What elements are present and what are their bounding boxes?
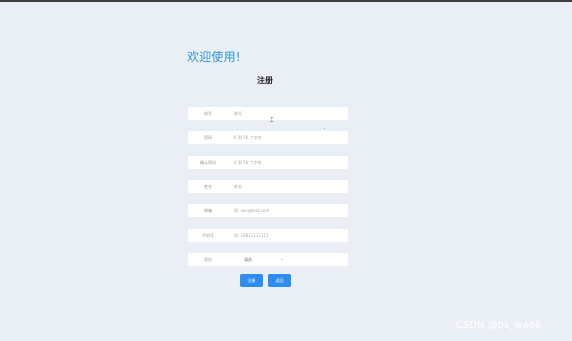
- password-field[interactable]: 密码 6 到 16 个字符: [188, 131, 348, 144]
- email-input[interactable]: 如: xxx@test.com: [234, 208, 348, 214]
- page-title: 注册: [257, 76, 273, 85]
- username-input[interactable]: 账号: [234, 111, 348, 117]
- role-select[interactable]: 请选: [244, 257, 252, 263]
- email-label: 邮箱: [204, 207, 212, 213]
- phone-label: 手机号: [202, 232, 214, 238]
- confirm-password-field[interactable]: 确认密码 6 到 16 个字符: [188, 156, 348, 169]
- name-input[interactable]: 姓名: [234, 184, 348, 190]
- email-field[interactable]: 邮箱 如: xxx@test.com: [188, 204, 348, 217]
- password-label: 密码: [204, 134, 212, 140]
- role-field[interactable]: 身份 请选 ⌄: [188, 253, 348, 266]
- confirm-password-label: 确认密码: [200, 159, 216, 165]
- text-cursor-icon: ⌶: [270, 117, 274, 124]
- phone-input[interactable]: 如: 18811111111: [234, 233, 348, 239]
- name-field[interactable]: 姓名 姓名: [188, 180, 348, 193]
- role-label: 身份: [204, 256, 212, 262]
- password-input[interactable]: 6 到 16 个字符: [234, 135, 348, 141]
- chevron-down-icon[interactable]: ⌄: [280, 256, 284, 262]
- username-field[interactable]: 账号 账号: [188, 107, 348, 120]
- name-label: 姓名: [204, 183, 212, 189]
- watermark: CSDN @bs_wa66: [456, 320, 542, 331]
- register-button[interactable]: 注册: [240, 274, 263, 287]
- phone-field[interactable]: 手机号 如: 18811111111: [188, 229, 348, 242]
- decorative-dot: [324, 128, 325, 129]
- confirm-password-input[interactable]: 6 到 16 个字符: [234, 160, 348, 166]
- username-label: 账号: [204, 110, 212, 116]
- top-border: [0, 0, 572, 2]
- back-button[interactable]: 返回: [268, 274, 291, 287]
- welcome-heading: 欢迎使用!: [187, 50, 241, 64]
